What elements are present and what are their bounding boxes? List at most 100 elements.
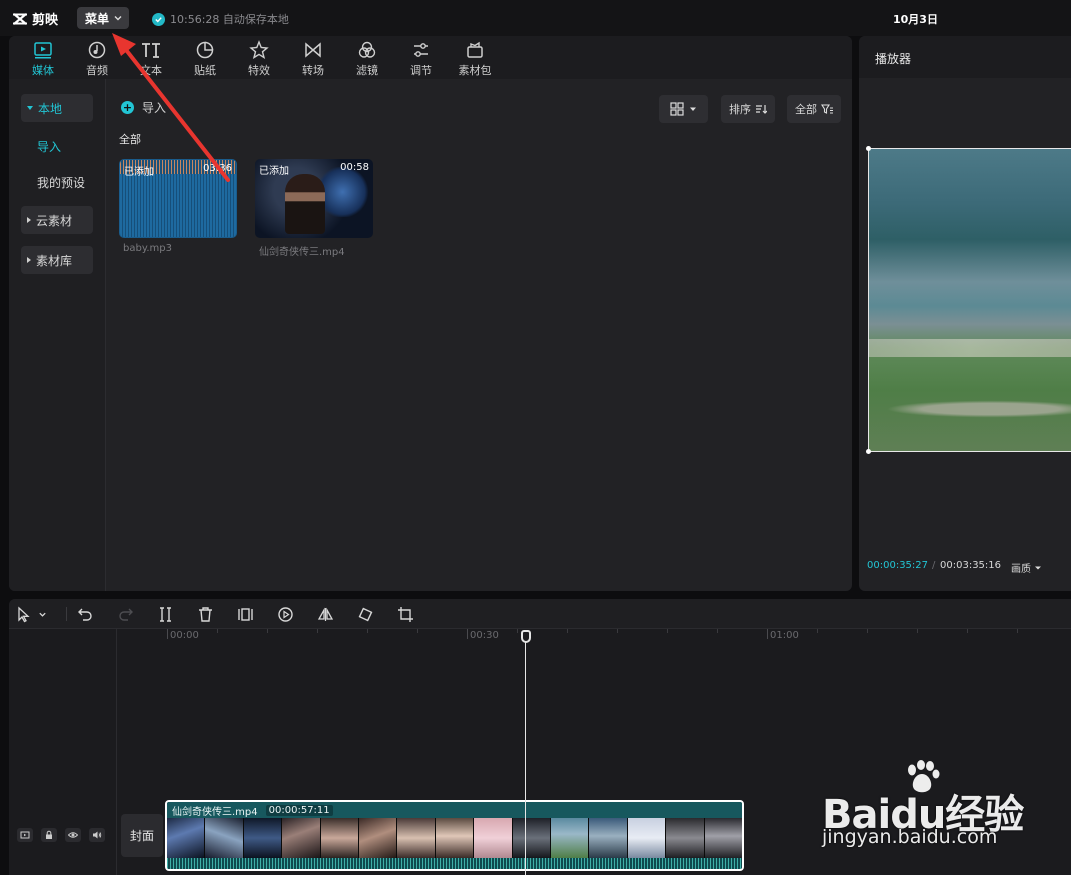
section-label: 全部 xyxy=(119,133,141,146)
time-separator: / xyxy=(932,560,936,571)
undo-button[interactable] xyxy=(74,604,96,624)
clip-duration: 00:00:57:11 xyxy=(265,804,333,816)
sidebar-item-local[interactable]: 本地 xyxy=(21,94,93,122)
track-audio-toggle[interactable] xyxy=(89,828,105,842)
sort-icon xyxy=(756,105,767,114)
player-title: 播放器 xyxy=(875,52,912,66)
total-time: 00:03:35:16 xyxy=(940,560,1002,571)
media-item-video[interactable]: 已添加 00:58 xyxy=(255,159,373,238)
track-visibility-toggle[interactable] xyxy=(65,828,81,842)
view-mode-button[interactable] xyxy=(659,95,708,123)
tab-audio-label: 音频 xyxy=(86,64,108,77)
tab-filter[interactable]: 滤镜 xyxy=(340,36,394,79)
tab-sticker-label: 贴纸 xyxy=(194,64,216,77)
timeline-toolbar xyxy=(9,599,1071,629)
tab-media[interactable]: 媒体 xyxy=(16,36,70,79)
chevron-down-icon xyxy=(39,612,46,617)
tab-effects-label: 特效 xyxy=(248,64,270,77)
lock-icon xyxy=(46,830,52,839)
text-icon xyxy=(142,43,160,58)
tab-text-label: 文本 xyxy=(140,64,162,77)
redo-button[interactable] xyxy=(114,604,136,624)
sidebar-item-cloud[interactable]: 云素材 xyxy=(21,206,93,234)
tool-tabs: 媒体 音频 文本 贴纸 特效 转场 滤镜 调节 素材包 xyxy=(9,36,852,79)
delete-button[interactable] xyxy=(194,604,216,624)
adjust-icon xyxy=(414,43,428,57)
baidu-watermark: Baidu经验 jingyan.baidu.com xyxy=(822,760,1062,860)
redo-icon xyxy=(118,608,133,621)
mirror-button[interactable] xyxy=(314,604,336,624)
player-preview[interactable] xyxy=(868,148,1071,452)
cover-button-label: 封面 xyxy=(129,829,154,843)
tab-transition[interactable]: 转场 xyxy=(286,36,340,79)
sort-button-label: 排序 xyxy=(729,103,751,116)
caret-right-icon xyxy=(27,217,31,223)
caret-right-icon xyxy=(27,257,31,263)
quality-dropdown[interactable]: 画质 xyxy=(1011,560,1042,575)
grid-view-icon xyxy=(669,102,684,116)
duration-label: 03:36 xyxy=(203,163,232,174)
cursor-icon xyxy=(18,606,30,622)
plus-icon: + xyxy=(121,101,134,114)
track-lock-toggle[interactable] xyxy=(41,828,57,842)
mirror-icon xyxy=(317,606,333,621)
tab-text[interactable]: 文本 xyxy=(124,36,178,79)
tab-audio[interactable]: 音频 xyxy=(70,36,124,79)
play-circle-icon xyxy=(277,606,293,622)
playhead-line[interactable] xyxy=(525,638,526,875)
sidebar-item-library-label: 素材库 xyxy=(36,253,73,268)
quality-label: 画质 xyxy=(1011,564,1031,575)
app-logo: 剪映 xyxy=(12,9,58,28)
rotate-button[interactable] xyxy=(354,604,376,624)
sidebar-item-presets[interactable]: 我的预设 xyxy=(21,168,93,196)
sidebar-item-import[interactable]: 导入 xyxy=(21,132,93,160)
tab-adjust[interactable]: 调节 xyxy=(394,36,448,79)
clip-name: 仙剑奇侠传三.mp4 xyxy=(172,806,258,818)
import-button[interactable]: + 导入 xyxy=(121,99,166,116)
video-clip[interactable]: 仙剑奇侠传三.mp4 00:00:57:11 xyxy=(165,800,744,871)
added-badge: 已添加 xyxy=(259,166,289,177)
tab-effects[interactable]: 特效 xyxy=(232,36,286,79)
sidebar-item-library[interactable]: 素材库 xyxy=(21,246,93,274)
speaker-icon xyxy=(93,831,102,839)
caret-down-icon xyxy=(689,107,696,111)
media-sidebar: 本地 导入 我的预设 云素材 素材库 xyxy=(9,79,106,591)
autosave-text: 10:56:28 自动保存本地 xyxy=(170,13,289,26)
tab-transition-label: 转场 xyxy=(302,64,324,77)
tab-package[interactable]: 素材包 xyxy=(448,36,502,79)
media-icon xyxy=(34,42,52,59)
undo-icon xyxy=(77,608,92,621)
filter-button[interactable]: 全部 xyxy=(787,95,841,123)
reverse-button[interactable] xyxy=(274,604,296,624)
resize-handle[interactable] xyxy=(866,449,871,454)
split-button[interactable] xyxy=(154,604,176,624)
capcut-logo-icon xyxy=(13,12,27,25)
track-controls xyxy=(17,828,105,842)
transition-icon xyxy=(305,42,321,58)
chevron-down-icon xyxy=(114,16,122,21)
track-cover-toggle[interactable] xyxy=(17,828,33,842)
project-title: 10月3日 xyxy=(893,13,938,26)
crop-icon xyxy=(397,606,413,622)
app-name: 剪映 xyxy=(32,13,59,28)
player-panel: 播放器 00:00:35:27 / 00:03:35:16 画质 xyxy=(859,36,1071,591)
sort-button[interactable]: 排序 xyxy=(721,95,775,123)
cover-button[interactable]: 封面 xyxy=(121,814,163,857)
filter-button-label: 全部 xyxy=(795,103,817,116)
playhead-handle[interactable] xyxy=(521,630,531,643)
import-button-label: 导入 xyxy=(142,101,167,115)
tab-sticker[interactable]: 贴纸 xyxy=(178,36,232,79)
crop-button[interactable] xyxy=(394,604,416,624)
select-tool-button[interactable] xyxy=(15,604,55,624)
current-time: 00:00:35:27 xyxy=(867,560,929,571)
ruler-label: 00:00 xyxy=(170,630,199,641)
sidebar-item-cloud-label: 云素材 xyxy=(36,213,73,228)
eye-icon xyxy=(68,832,78,838)
resize-handle[interactable] xyxy=(866,146,871,151)
media-item-audio[interactable]: 已添加 03:36 xyxy=(119,159,237,238)
freeze-frame-button[interactable] xyxy=(234,604,256,624)
video-track-icon xyxy=(20,831,30,839)
clip-audio-waveform xyxy=(167,858,742,869)
rotate-icon xyxy=(358,607,372,621)
menu-button[interactable]: 菜单 xyxy=(77,7,129,29)
